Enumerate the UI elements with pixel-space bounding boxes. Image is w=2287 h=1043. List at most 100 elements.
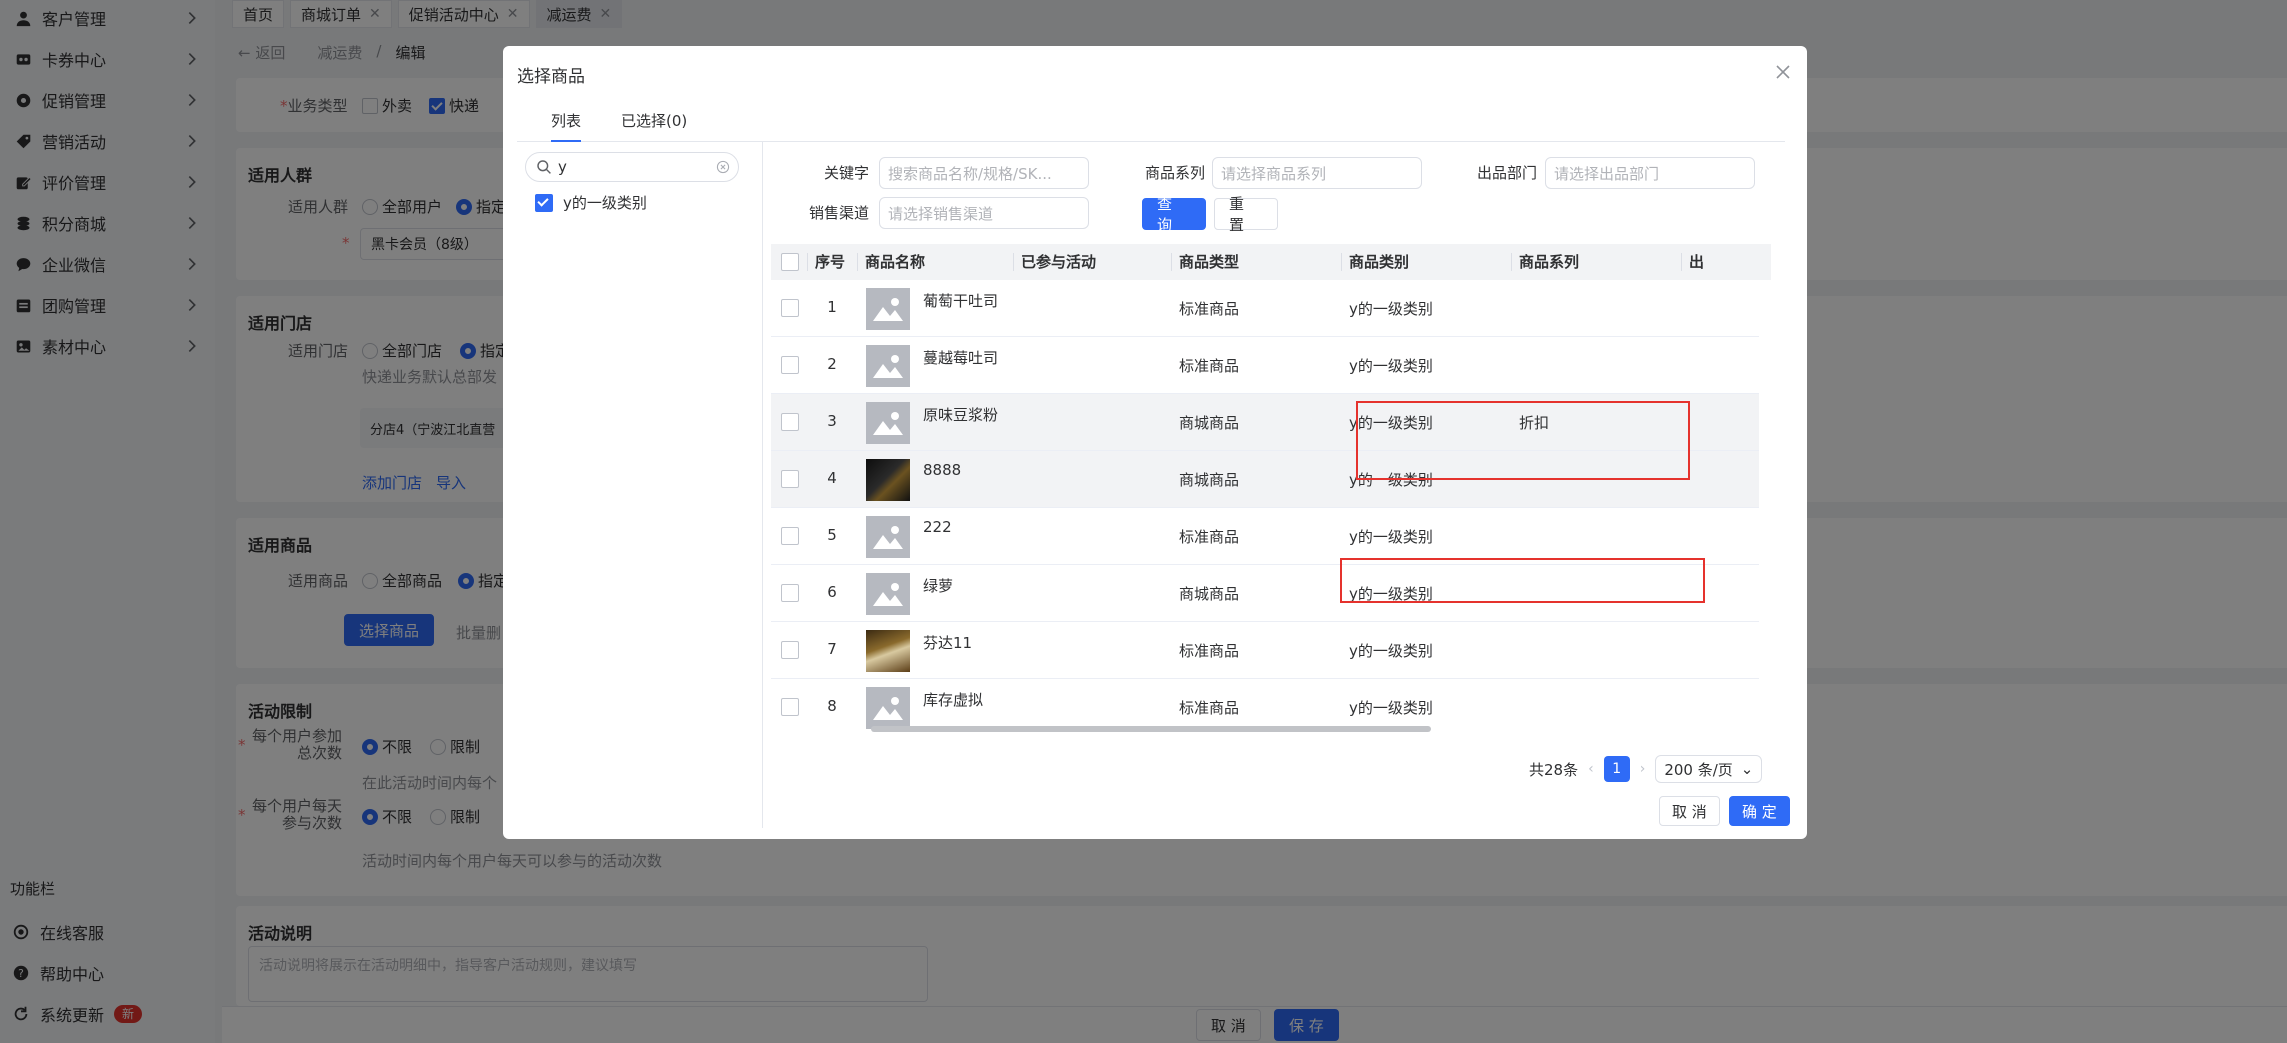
goods-table: 序号 商品名称 已参与活动 商品类型 商品类别 商品系列 出 1 葡萄干吐司 标准商…: [771, 244, 1771, 734]
row-checkbox[interactable]: [781, 470, 799, 488]
series-label: 商品系列: [1144, 164, 1205, 182]
column-header-series: 商品系列: [1519, 253, 1580, 271]
product-thumbnail: [866, 516, 910, 558]
input-placeholder: 请选择销售渠道: [888, 204, 994, 223]
product-thumbnail: [866, 687, 910, 729]
row-checkbox[interactable]: [781, 641, 799, 659]
row-checkbox[interactable]: [781, 698, 799, 716]
column-header-name: 商品名称: [865, 253, 926, 271]
cell-no: 7: [827, 640, 837, 658]
close-icon[interactable]: [1773, 62, 1793, 82]
cell-type: 标准商品: [1179, 357, 1240, 375]
scrollbar-thumb[interactable]: [871, 726, 1431, 732]
cell-type: 商城商品: [1179, 414, 1240, 432]
table-row[interactable]: 5 222 标准商品 y的一级类别: [771, 508, 1759, 565]
series-select[interactable]: 请选择商品系列: [1212, 157, 1422, 189]
category-tree-pane: y y的一级类别: [517, 142, 763, 828]
prev-page-icon[interactable]: ‹: [1588, 761, 1594, 777]
highlight-box: [1356, 401, 1690, 480]
keyword-label: 关键字: [823, 164, 869, 182]
cell-type: 标准商品: [1179, 528, 1240, 546]
cell-type: 商城商品: [1179, 585, 1240, 603]
select-goods-dialog: 选择商品 列表 已选择(0) y y的一级类别 关键字 搜索商品名称/规格/SK…: [503, 46, 1807, 839]
row-checkbox[interactable]: [781, 299, 799, 317]
tree-node-category[interactable]: y的一级类别: [535, 192, 647, 213]
product-thumbnail: [866, 459, 910, 501]
column-header-category: 商品类别: [1349, 253, 1410, 271]
cell-no: 6: [827, 583, 837, 601]
product-thumbnail: [866, 402, 910, 444]
page-size-value: 200 条/页: [1664, 760, 1733, 779]
cell-type: 标准商品: [1179, 300, 1240, 318]
cell-name: 芬达11: [923, 634, 973, 652]
cell-name: 8888: [923, 461, 962, 479]
cell-name: 葡萄干吐司: [923, 292, 999, 310]
dialog-cancel-button[interactable]: 取 消: [1659, 796, 1720, 826]
table-row[interactable]: 7 芬达11 标准商品 y的一级类别: [771, 622, 1759, 679]
column-header-dept: 出: [1689, 253, 1705, 271]
tree-node-checkbox[interactable]: [535, 193, 553, 212]
product-thumbnail: [866, 288, 910, 330]
table-row[interactable]: 1 葡萄干吐司 标准商品 y的一级类别: [771, 280, 1759, 337]
query-button[interactable]: 查 询: [1142, 195, 1206, 234]
cell-no: 5: [827, 526, 837, 544]
dialog-title: 选择商品: [517, 67, 585, 87]
cell-category: y的一级类别: [1349, 699, 1433, 717]
cell-no: 1: [827, 298, 837, 316]
column-header-type: 商品类型: [1179, 253, 1240, 271]
tab-list[interactable]: 列表: [551, 106, 582, 142]
next-page-icon[interactable]: ›: [1640, 761, 1646, 777]
tab-label: 已选择(0): [621, 112, 688, 130]
row-checkbox[interactable]: [781, 527, 799, 545]
product-thumbnail: [866, 345, 910, 387]
cell-type: 商城商品: [1179, 471, 1240, 489]
dept-select[interactable]: 请选择出品部门: [1545, 157, 1755, 189]
cell-name: 库存虚拟: [923, 691, 984, 709]
select-all-checkbox[interactable]: [781, 253, 799, 271]
tab-selected[interactable]: 已选择(0): [621, 106, 687, 142]
tree-node-label: y的一级类别: [563, 194, 647, 212]
cell-category: y的一级类别: [1349, 300, 1433, 318]
dialog-tabs: 列表 已选择(0): [517, 106, 1785, 142]
channel-select[interactable]: 请选择销售渠道: [879, 197, 1089, 229]
dialog-confirm-button[interactable]: 确 定: [1729, 796, 1790, 826]
cell-category: y的一级类别: [1349, 357, 1433, 375]
cell-no: 8: [827, 697, 837, 715]
tab-label: 列表: [551, 112, 582, 130]
horizontal-scrollbar[interactable]: [771, 724, 1771, 734]
row-checkbox[interactable]: [781, 584, 799, 602]
page-size-select[interactable]: 200 条/页 ⌄: [1655, 755, 1763, 783]
tree-search-input[interactable]: y: [525, 152, 739, 182]
keyword-input[interactable]: 搜索商品名称/规格/SK...: [879, 157, 1089, 189]
cell-name: 绿萝: [923, 577, 954, 595]
column-header-no: 序号: [815, 253, 846, 271]
cell-category: y的一级类别: [1349, 642, 1433, 660]
reset-button[interactable]: 重 置: [1214, 195, 1278, 234]
cell-name: 原味豆浆粉: [923, 406, 999, 424]
clear-icon[interactable]: [716, 160, 730, 174]
chevron-down-icon: ⌄: [1740, 760, 1754, 778]
cell-no: 2: [827, 355, 837, 373]
tree-search-value: y: [558, 158, 567, 176]
cell-no: 3: [827, 412, 837, 430]
input-placeholder: 搜索商品名称/规格/SK...: [888, 164, 1052, 183]
pagination-total: 共28条: [1529, 760, 1579, 779]
input-placeholder: 请选择商品系列: [1221, 164, 1327, 183]
cell-no: 4: [827, 469, 837, 487]
product-thumbnail: [866, 630, 910, 672]
column-header-activity: 已参与活动: [1021, 253, 1097, 271]
cell-type: 标准商品: [1179, 642, 1240, 660]
dept-label: 出品部门: [1476, 164, 1537, 182]
cell-category: y的一级类别: [1349, 528, 1433, 546]
cell-type: 标准商品: [1179, 699, 1240, 717]
row-checkbox[interactable]: [781, 413, 799, 431]
pagination: 共28条 ‹ 1 › 200 条/页 ⌄: [1529, 755, 1763, 783]
table-row[interactable]: 2 蔓越莓吐司 标准商品 y的一级类别: [771, 337, 1759, 394]
product-thumbnail: [866, 573, 910, 615]
cell-name: 蔓越莓吐司: [923, 349, 999, 367]
page-number-current[interactable]: 1: [1603, 756, 1630, 782]
row-checkbox[interactable]: [781, 356, 799, 374]
cell-name: 222: [923, 518, 952, 536]
table-header: 序号 商品名称 已参与活动 商品类型 商品类别 商品系列 出: [771, 244, 1771, 280]
search-icon: [537, 160, 551, 174]
